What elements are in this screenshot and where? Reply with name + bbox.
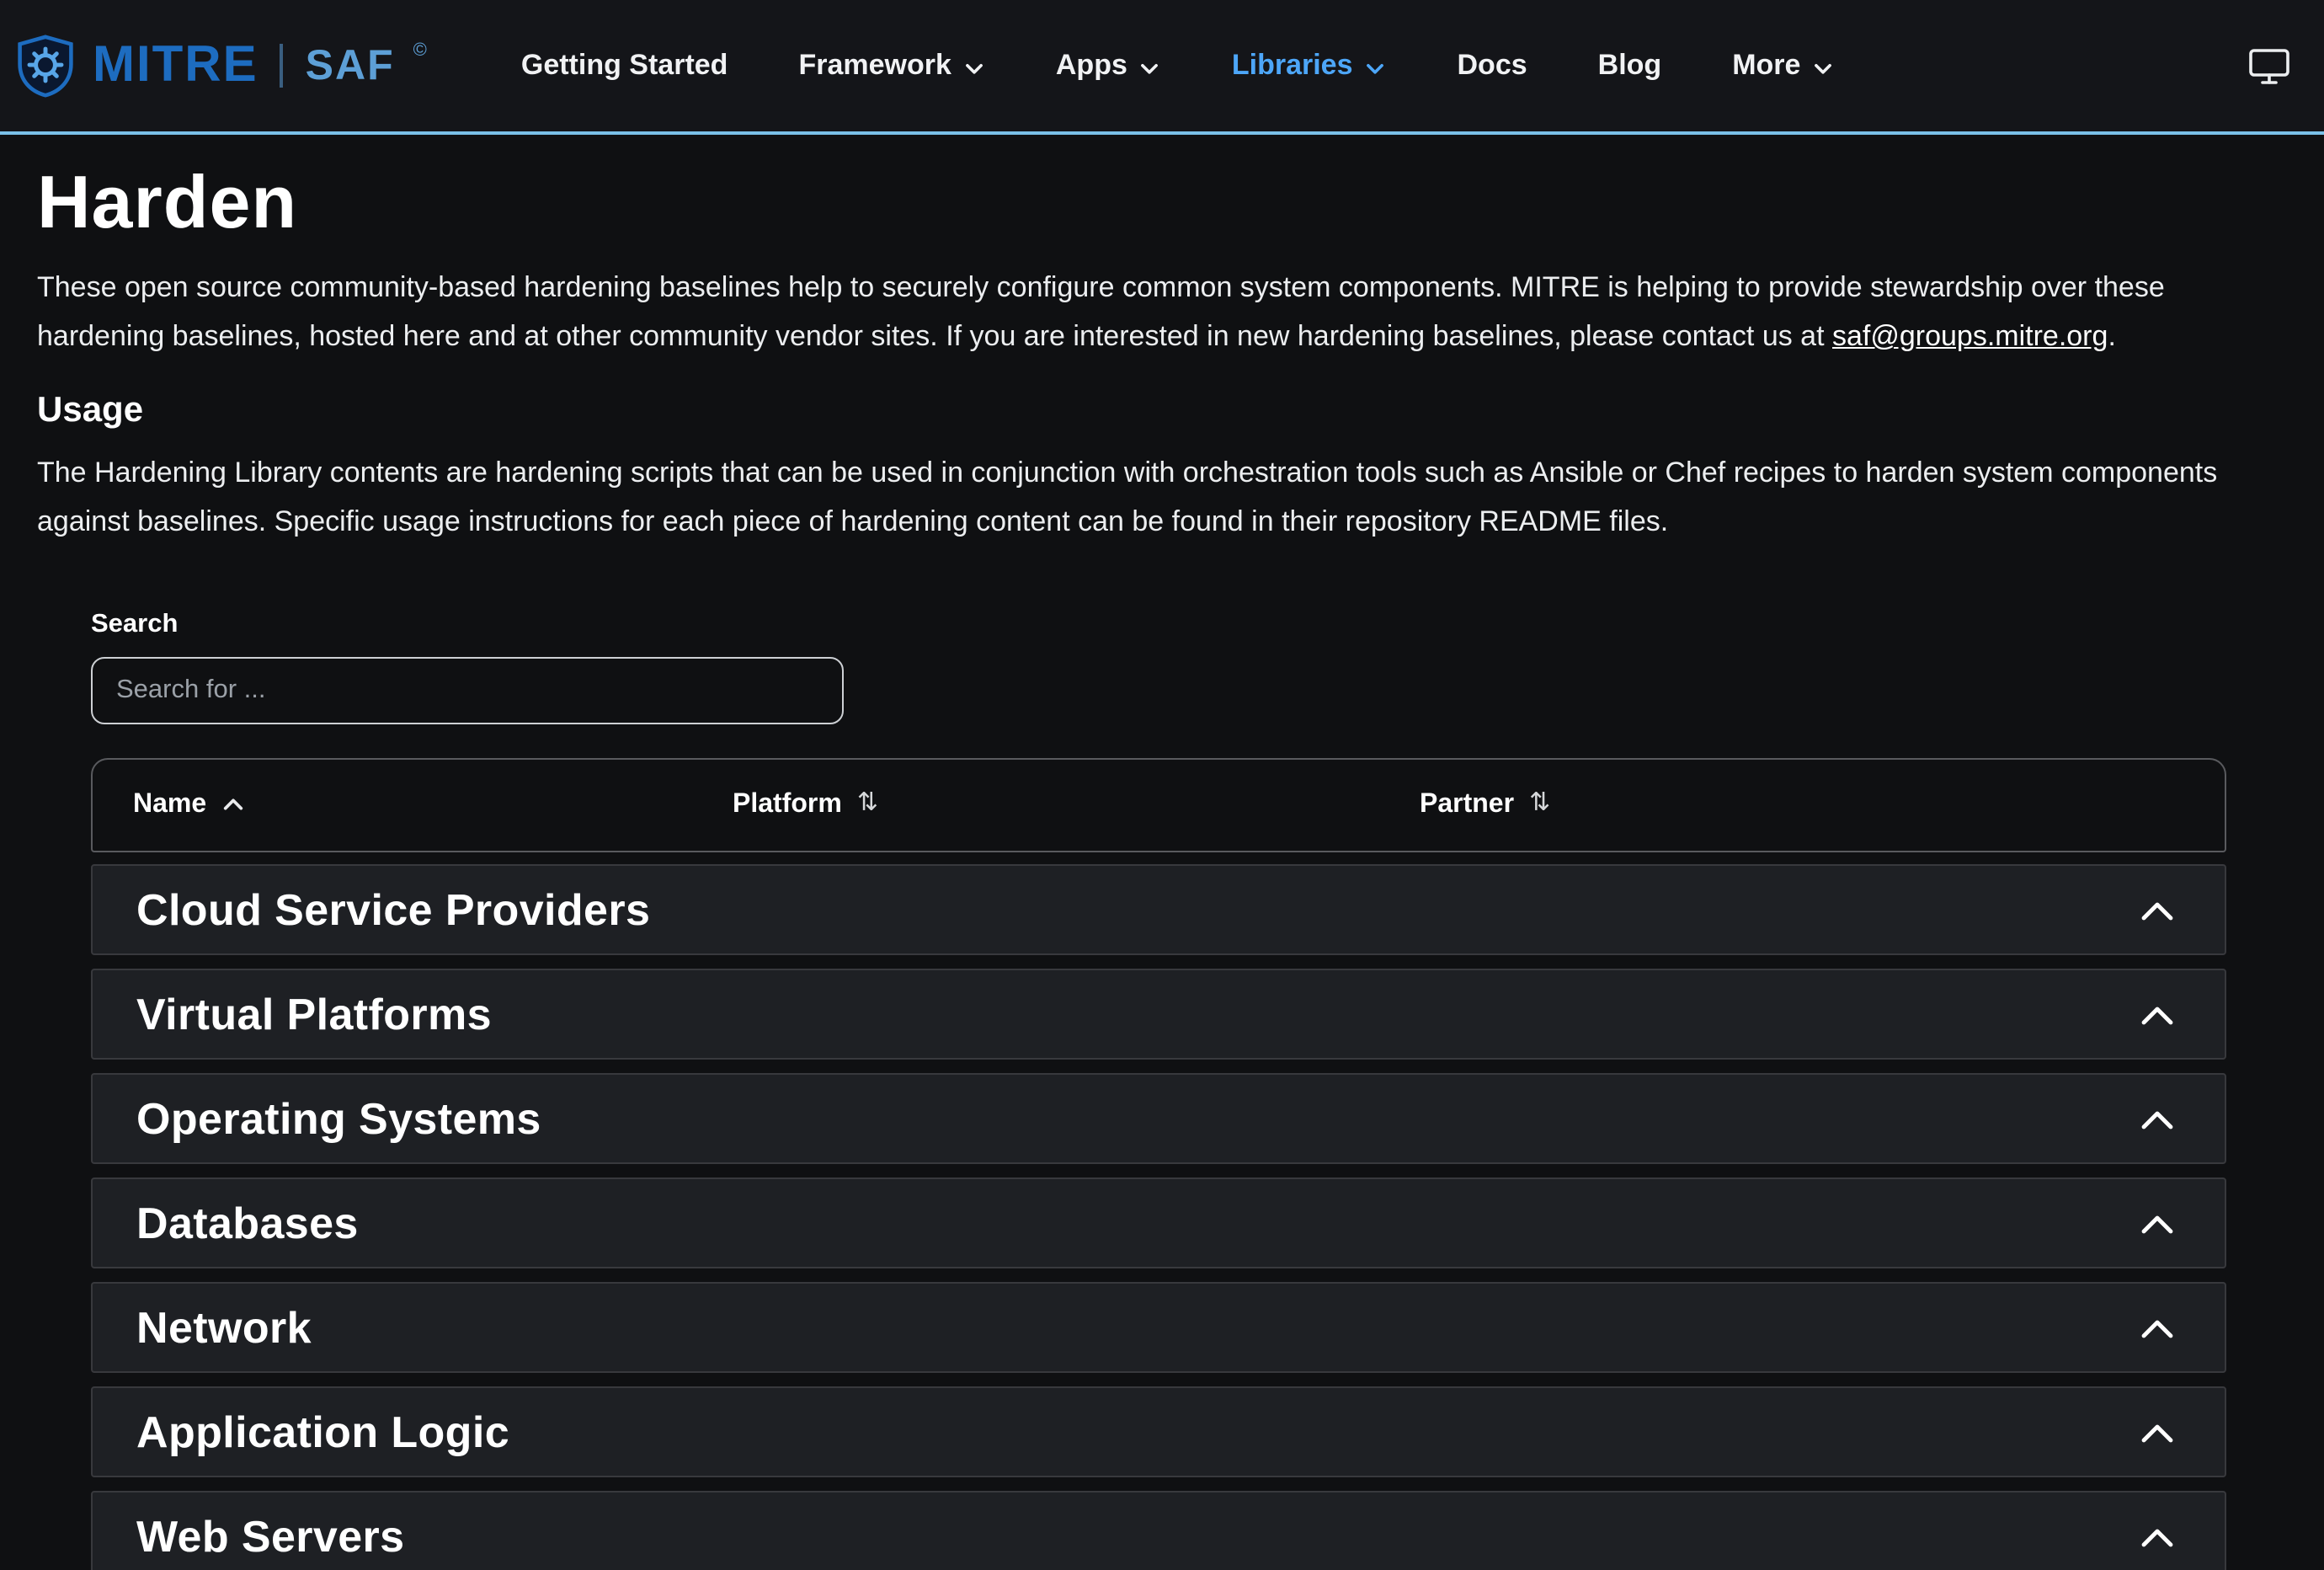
search-table-section: Search Name Platform ⇅ Pa (91, 610, 2226, 1570)
brand-logo[interactable]: MITRE SAF © (13, 34, 427, 98)
chevron-up-icon (2141, 1110, 2173, 1129)
intro-paragraph: These open source community-based harden… (37, 263, 2287, 360)
chevron-down-icon (1367, 62, 1384, 73)
mitre-shield-icon (18, 35, 73, 98)
sort-ascending-icon (223, 798, 243, 810)
table-header-row: Name Platform ⇅ Partner ⇅ (91, 758, 2226, 852)
nav-item-docs[interactable]: Docs (1458, 49, 1527, 83)
search-label: Search (91, 610, 179, 638)
section-row-application-logic[interactable]: Application Logic (91, 1386, 2226, 1477)
primary-nav: Getting Started Framework Apps Libraries Doc… (521, 49, 1835, 83)
search-input[interactable] (91, 657, 844, 724)
section-title: Virtual Platforms (136, 988, 492, 1039)
section-row-web-servers[interactable]: Web Servers (91, 1491, 2226, 1570)
usage-heading: Usage (37, 391, 144, 430)
brand-mitre-wordmark: MITRE (93, 37, 259, 93)
chevron-down-icon (1815, 62, 1832, 73)
sort-updown-icon: ⇅ (856, 786, 878, 816)
chevron-up-icon (2141, 1423, 2173, 1442)
column-header-name[interactable]: Name (133, 790, 733, 820)
usage-paragraph: The Hardening Library contents are harde… (37, 457, 2218, 537)
hardening-table: Name Platform ⇅ Partner ⇅ Cloud Service … (91, 758, 2226, 1570)
column-label: Partner (1420, 790, 1515, 819)
section-title: Operating Systems (136, 1092, 541, 1143)
section-row-virtual-platforms[interactable]: Virtual Platforms (91, 969, 2226, 1060)
section-title: Web Servers (136, 1510, 405, 1561)
browser-viewport: MITRE SAF © Getting Started Framework Apps… (0, 0, 2324, 1570)
section-row-databases[interactable]: Databases (91, 1178, 2226, 1268)
chevron-down-icon (1141, 62, 1159, 73)
column-header-platform[interactable]: Platform ⇅ (733, 786, 1420, 821)
nav-item-label: More (1732, 49, 1801, 81)
section-title: Databases (136, 1197, 359, 1247)
contact-email-link[interactable]: saf@groups.mitre.org (1832, 320, 2108, 352)
monitor-icon (2249, 48, 2289, 83)
nav-item-libraries[interactable]: Libraries (1232, 49, 1387, 83)
brand-separator (280, 44, 284, 88)
intro-text-end: . (2108, 320, 2116, 352)
section-title: Network (136, 1301, 312, 1352)
display-mode-toggle[interactable] (2248, 46, 2290, 85)
navbar: MITRE SAF © Getting Started Framework Apps… (0, 0, 2324, 135)
main-content: Harden These open source community-based… (0, 162, 2324, 1570)
chevron-up-icon (2141, 1528, 2173, 1546)
chevron-up-icon (2141, 1006, 2173, 1024)
section-row-network[interactable]: Network (91, 1282, 2226, 1373)
page-title: Harden (37, 162, 298, 244)
chevron-up-icon (2141, 901, 2173, 920)
section-title: Cloud Service Providers (136, 884, 651, 934)
nav-item-label: Docs (1457, 49, 1527, 81)
nav-item-label: Apps (1055, 49, 1127, 81)
column-header-partner[interactable]: Partner ⇅ (1420, 786, 2225, 821)
column-label: Platform (733, 790, 842, 819)
nav-item-label: Getting Started (520, 49, 728, 81)
chevron-up-icon (2141, 1319, 2173, 1338)
chevron-up-icon (2141, 1215, 2173, 1233)
section-row-cloud-service-providers[interactable]: Cloud Service Providers (91, 864, 2226, 955)
nav-item-label: Framework (798, 49, 951, 81)
chevron-down-icon (965, 62, 983, 73)
brand-saf-wordmark: SAF (305, 41, 395, 88)
nav-item-framework[interactable]: Framework (798, 49, 984, 83)
nav-item-getting-started[interactable]: Getting Started (521, 49, 728, 83)
section-row-operating-systems[interactable]: Operating Systems (91, 1073, 2226, 1164)
nav-item-label: Blog (1597, 49, 1662, 81)
nav-item-more[interactable]: More (1732, 49, 1834, 83)
sort-updown-icon: ⇅ (1529, 786, 1551, 816)
column-label: Name (133, 790, 207, 819)
nav-item-label: Libraries (1231, 49, 1353, 81)
table-sections: Cloud Service Providers Virtual Platforms… (91, 864, 2226, 1570)
section-title: Application Logic (136, 1406, 510, 1456)
brand-copyright-mark: © (413, 40, 427, 61)
saf-harden-page: MITRE SAF © Getting Started Framework Apps… (0, 0, 2324, 1570)
nav-item-apps[interactable]: Apps (1056, 49, 1161, 83)
nav-item-blog[interactable]: Blog (1598, 49, 1662, 83)
